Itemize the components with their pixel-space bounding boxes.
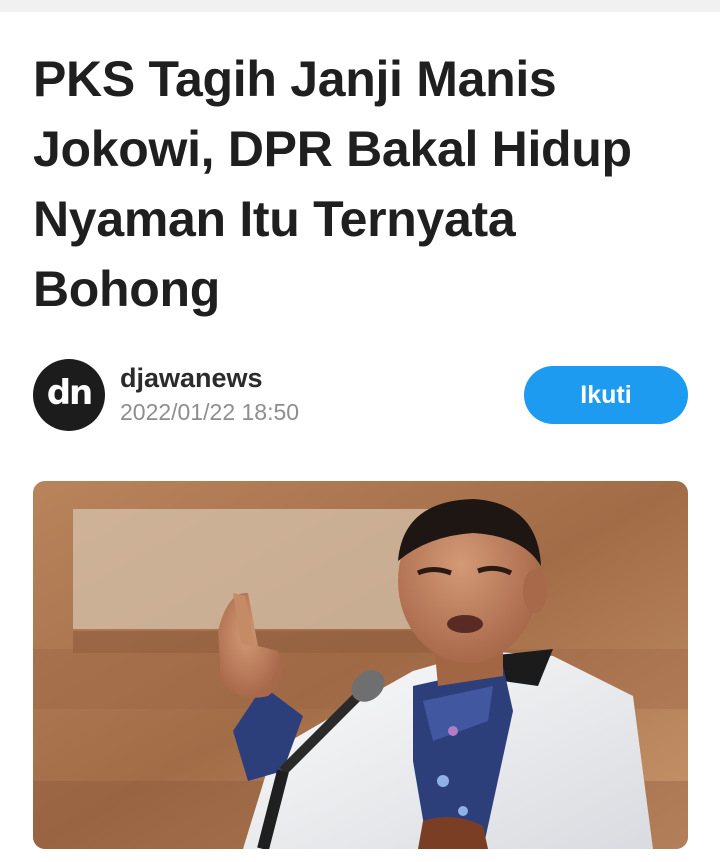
- avatar-logo-text: dn: [46, 373, 94, 413]
- follow-button[interactable]: Ikuti: [524, 366, 688, 424]
- publisher-avatar[interactable]: dn: [33, 359, 105, 431]
- publisher-name[interactable]: djawanews: [120, 363, 263, 394]
- article-title: PKS Tagih Janji Manis Jokowi, DPR Bakal …: [33, 51, 632, 317]
- publish-date: 2022/01/22 18:50: [120, 399, 300, 425]
- author-row: dn djawanews 2022/01/22 18:50 Ikuti: [33, 357, 688, 431]
- speaker-photo-illustration: [33, 481, 688, 849]
- article-photo[interactable]: [33, 481, 688, 849]
- top-status-strip: [0, 0, 720, 12]
